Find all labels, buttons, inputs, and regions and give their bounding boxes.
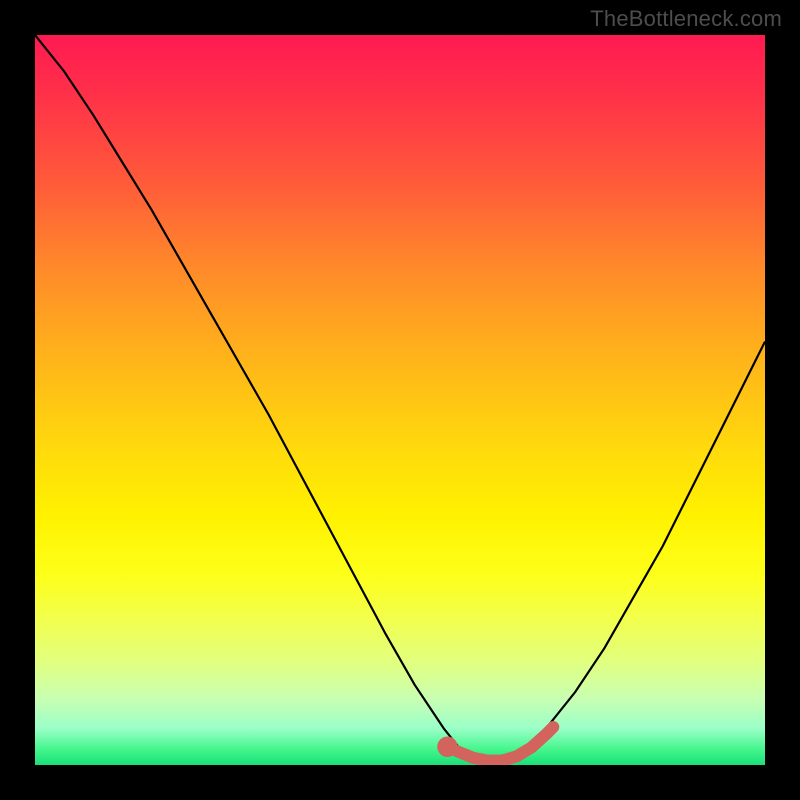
bottleneck-curve [35, 35, 765, 761]
chart-svg [35, 35, 765, 765]
highlight-segment [447, 727, 553, 761]
highlight-start-dot [437, 737, 457, 757]
chart-plot-area [35, 35, 765, 765]
watermark-text: TheBottleneck.com [590, 6, 782, 32]
